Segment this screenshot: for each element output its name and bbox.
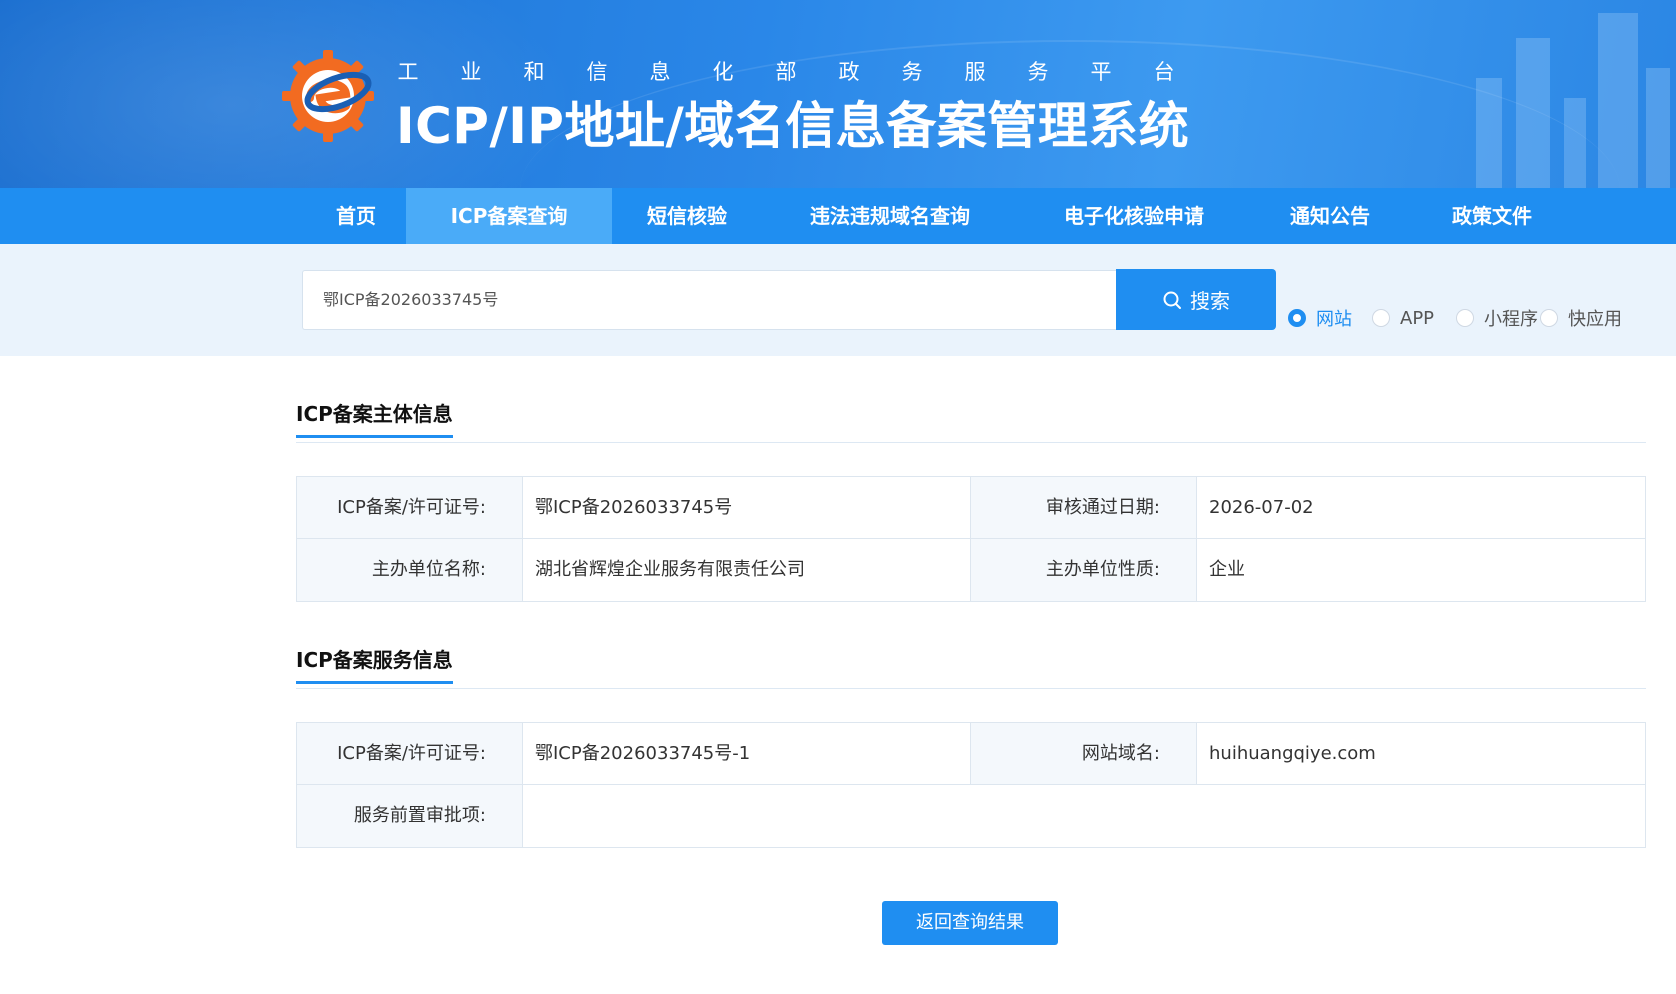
subtitle-char: 服 — [964, 60, 986, 84]
subtitle-char: 息 — [649, 60, 671, 84]
radio-website[interactable]: 网站 — [1288, 305, 1372, 331]
radio-mini-program[interactable]: 小程序 — [1456, 305, 1540, 331]
subtitle-char: 工 — [397, 60, 419, 84]
subtitle-char: 平 — [1090, 60, 1112, 84]
table-row: 服务前置审批项: — [297, 785, 1645, 847]
subtitle-char: 部 — [775, 60, 797, 84]
table-value: 鄂ICP备2026033745号 — [523, 477, 971, 538]
subtitle-char: 信 — [586, 60, 608, 84]
subtitle-char: 化 — [712, 60, 734, 84]
table-value: 鄂ICP备2026033745号-1 — [523, 723, 971, 784]
miit-logo-icon — [282, 50, 374, 142]
table-value: 企业 — [1197, 539, 1645, 601]
table-value: huihuangqiye.com — [1197, 723, 1645, 784]
main-nav: 首页 ICP备案查询 短信核验 违法违规域名查询 电子化核验申请 通知公告 政策… — [0, 188, 1676, 244]
table-key: 服务前置审批项: — [297, 785, 523, 847]
radio-label: APP — [1400, 307, 1435, 329]
radio-label: 小程序 — [1484, 309, 1538, 330]
subject-info-table: ICP备案/许可证号: 鄂ICP备2026033745号 审核通过日期: 202… — [296, 476, 1646, 602]
nav-item-sms-verify[interactable]: 短信核验 — [612, 188, 762, 244]
nav-item-e-verify-apply[interactable]: 电子化核验申请 — [1018, 188, 1250, 244]
search-type-radio-group: 网站 APP 小程序 快应用 — [1288, 306, 1624, 330]
subtitle-char: 台 — [1153, 60, 1175, 84]
service-section-title: ICP备案服务信息 — [296, 644, 453, 684]
table-key: 网站域名: — [971, 723, 1197, 784]
table-key: ICP备案/许可证号: — [297, 477, 523, 538]
system-title: ICP/IP地址/域名信息备案管理系统 — [396, 97, 1190, 155]
subtitle-char: 和 — [523, 60, 545, 84]
nav-item-illegal-domain-query[interactable]: 违法违规域名查询 — [762, 188, 1018, 244]
table-value — [523, 785, 1645, 847]
table-value: 2026-07-02 — [1197, 477, 1645, 538]
radio-dot-icon — [1456, 309, 1474, 327]
city-skyline-decoration — [1456, 0, 1676, 188]
search-button[interactable]: 搜索 — [1116, 269, 1276, 330]
radio-dot-icon — [1288, 309, 1306, 327]
radio-app[interactable]: APP — [1372, 308, 1456, 329]
search-button-label: 搜索 — [1190, 289, 1230, 313]
radio-dot-icon — [1372, 309, 1390, 327]
subtitle-char: 业 — [460, 60, 482, 84]
subtitle-char: 政 — [838, 60, 860, 84]
table-key: ICP备案/许可证号: — [297, 723, 523, 784]
nav-item-notices[interactable]: 通知公告 — [1250, 188, 1410, 244]
ministry-subtitle: 工业和信息化部政务服务平台 — [396, 56, 1176, 86]
table-row: ICP备案/许可证号: 鄂ICP备2026033745号-1 网站域名: hui… — [297, 723, 1645, 785]
table-key: 审核通过日期: — [971, 477, 1197, 538]
table-key: 主办单位性质: — [971, 539, 1197, 601]
header-banner: 工 业 和 信 息 化 部 政 务 服 务 平 台 ICP/IP地址/域名信息备案管理系统 — [0, 0, 1676, 188]
search-input[interactable]: 鄂ICP备2026033745号 — [302, 270, 1116, 330]
back-to-results-button[interactable]: 返回查询结果 — [882, 901, 1058, 945]
section-divider — [296, 688, 1646, 689]
radio-label: 网站 — [1316, 309, 1352, 330]
table-value: 湖北省辉煌企业服务有限责任公司 — [523, 539, 971, 601]
service-info-table: ICP备案/许可证号: 鄂ICP备2026033745号-1 网站域名: hui… — [296, 722, 1646, 848]
section-divider — [296, 442, 1646, 443]
radio-quick-app[interactable]: 快应用 — [1540, 305, 1624, 331]
table-key: 主办单位名称: — [297, 539, 523, 601]
nav-item-icp-query[interactable]: ICP备案查询 — [406, 188, 612, 244]
search-icon — [1163, 291, 1181, 309]
table-row: ICP备案/许可证号: 鄂ICP备2026033745号 审核通过日期: 202… — [297, 477, 1645, 539]
table-row: 主办单位名称: 湖北省辉煌企业服务有限责任公司 主办单位性质: 企业 — [297, 539, 1645, 601]
subject-section-title: ICP备案主体信息 — [296, 398, 453, 438]
radio-dot-icon — [1540, 309, 1558, 327]
nav-item-home[interactable]: 首页 — [306, 188, 406, 244]
radio-label: 快应用 — [1568, 309, 1622, 330]
subtitle-char: 务 — [1027, 60, 1049, 84]
subtitle-char: 务 — [901, 60, 923, 84]
nav-item-policy-docs[interactable]: 政策文件 — [1410, 188, 1574, 244]
